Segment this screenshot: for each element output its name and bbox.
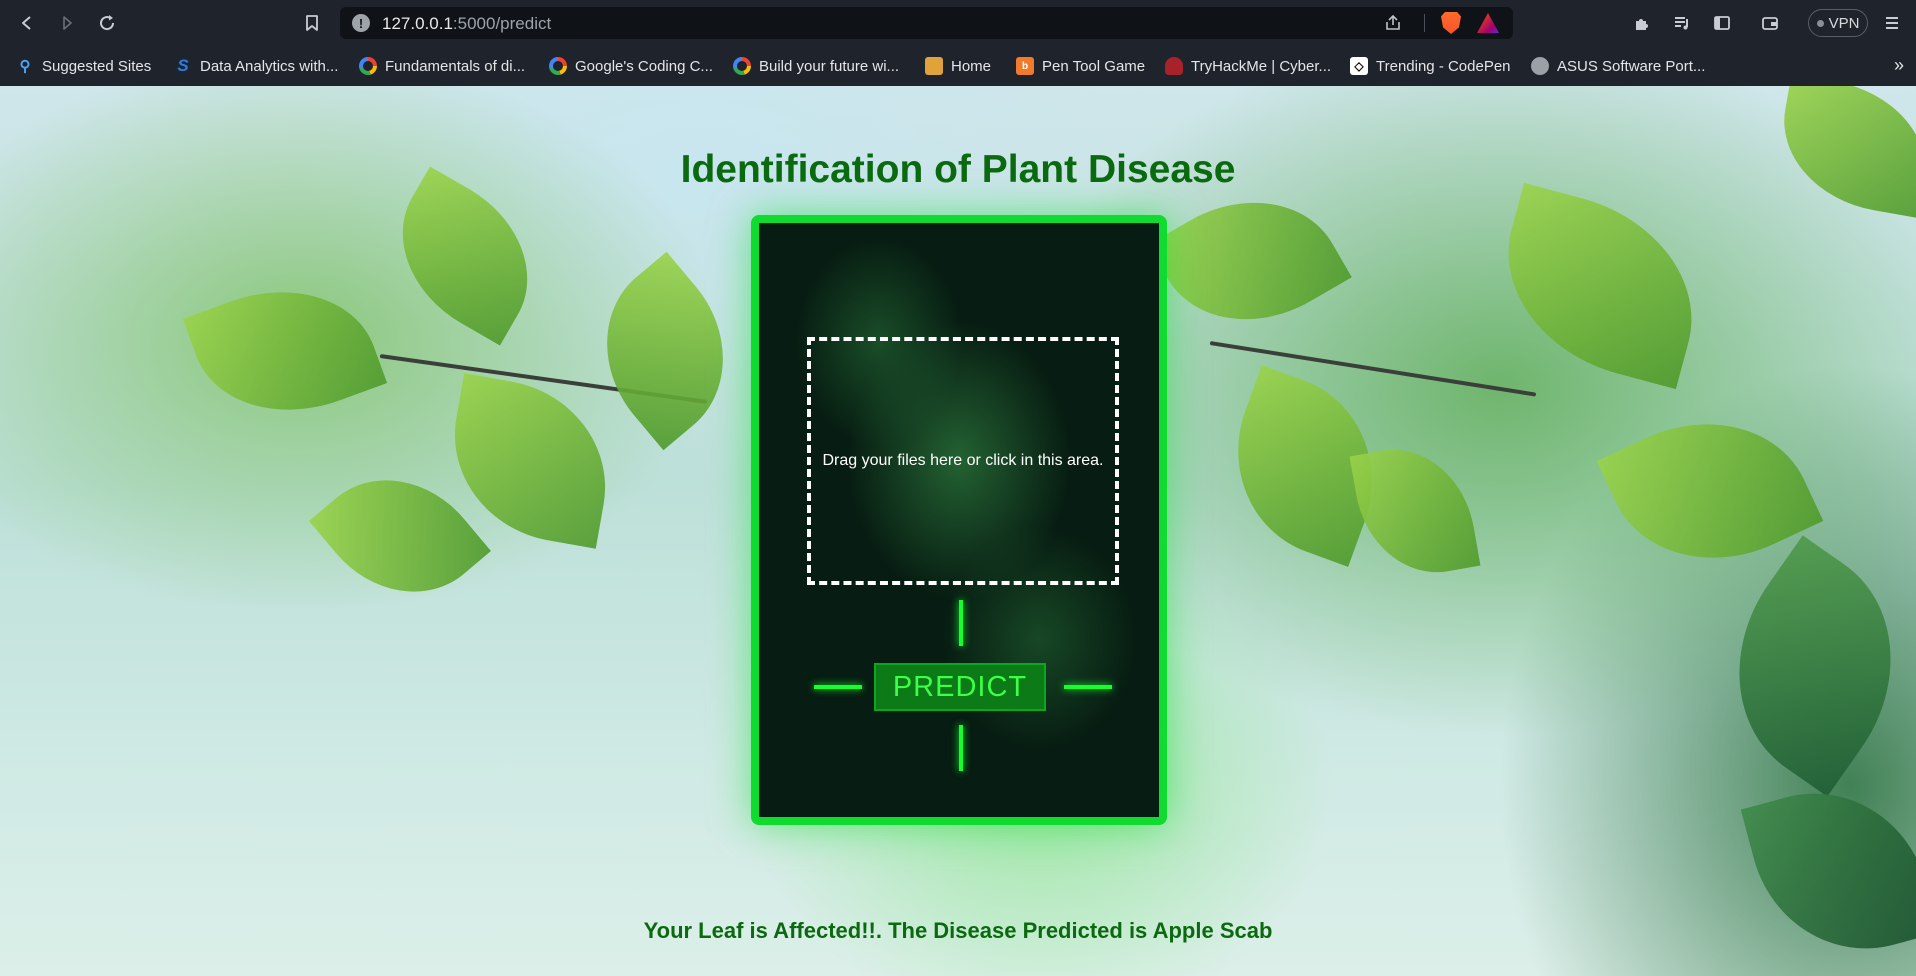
codepen-icon: ◇ xyxy=(1350,57,1368,75)
dropzone-text: Drag your files here or click in this ar… xyxy=(822,452,1104,469)
bezier-icon: b xyxy=(1016,57,1034,75)
bookmark-label: Data Analytics with... xyxy=(200,57,339,75)
brave-shields-icon[interactable] xyxy=(1441,12,1461,34)
bookmark-item-fundamentals[interactable]: Fundamentals of di... xyxy=(359,55,525,77)
background-leaf xyxy=(370,166,560,346)
bookmark-icon[interactable] xyxy=(300,11,324,35)
menu-icon[interactable] xyxy=(1880,11,1904,35)
google-icon xyxy=(359,57,377,75)
background-leaf xyxy=(182,260,388,442)
bookmark-label: Build your future wi... xyxy=(759,57,900,75)
bookmark-item-codepen[interactable]: ◇ Trending - CodePen xyxy=(1350,55,1511,77)
bookmark-item-tryhackme[interactable]: TryHackMe | Cyber... xyxy=(1165,55,1331,77)
globe-icon xyxy=(1531,57,1549,75)
bookmark-label: Pen Tool Game xyxy=(1042,57,1146,75)
predict-button[interactable]: PREDICT xyxy=(874,663,1046,711)
back-icon[interactable] xyxy=(15,11,39,35)
page-title: Identification of Plant Disease xyxy=(680,148,1236,191)
search-icon: ⚲ xyxy=(19,58,31,75)
extensions-icon[interactable] xyxy=(1630,11,1654,35)
url-separator xyxy=(1424,14,1425,32)
browser-toolbar: ! 127.0.0.1:5000/predict VPN xyxy=(0,0,1916,46)
forward-icon[interactable] xyxy=(55,11,79,35)
bookmark-item-build-future[interactable]: Build your future wi... xyxy=(733,55,899,77)
wallet-icon[interactable] xyxy=(1758,11,1782,35)
share-icon[interactable] xyxy=(1383,13,1403,33)
google-icon xyxy=(733,57,751,75)
playlist-icon[interactable] xyxy=(1670,11,1694,35)
bookmarks-overflow-icon[interactable]: » xyxy=(1894,55,1904,76)
bookmark-label: TryHackMe | Cyber... xyxy=(1191,57,1332,75)
background-leaf xyxy=(1688,535,1916,797)
url-text[interactable]: 127.0.0.1:5000/predict xyxy=(382,14,551,34)
url-host: 127.0.0.1 xyxy=(382,14,453,33)
bookmark-item-suggested-sites[interactable]: ⚲ Suggested Sites xyxy=(16,55,152,77)
upload-card: Drag your files here or click in this ar… xyxy=(751,215,1167,825)
prediction-result: Your Leaf is Affected!!. The Disease Pre… xyxy=(643,918,1273,943)
bookmark-label: Home xyxy=(951,57,992,75)
address-bar[interactable]: ! 127.0.0.1:5000/predict xyxy=(340,7,1513,39)
bookmark-item-asus[interactable]: ASUS Software Port... xyxy=(1531,55,1705,77)
url-path: :5000/predict xyxy=(452,14,552,33)
brave-rewards-icon[interactable] xyxy=(1477,13,1499,33)
vpn-label: VPN xyxy=(1828,14,1860,32)
box-icon xyxy=(925,57,943,75)
glow-line-left xyxy=(814,685,862,689)
info-icon[interactable]: ! xyxy=(352,14,370,32)
bookmark-item-home[interactable]: Home xyxy=(925,55,991,77)
bookmark-label: ASUS Software Port... xyxy=(1557,57,1706,75)
s-logo-icon: S xyxy=(177,56,189,75)
background-leaf xyxy=(1148,164,1352,358)
bookmark-label: Google's Coding C... xyxy=(575,57,713,75)
background-leaf xyxy=(566,251,764,451)
page-content: Identification of Plant Disease Drag you… xyxy=(0,86,1916,976)
tryhackme-icon xyxy=(1165,57,1183,75)
google-icon xyxy=(549,57,567,75)
bookmark-label: Fundamentals of di... xyxy=(385,57,526,75)
bookmark-item-data-analytics[interactable]: S Data Analytics with... xyxy=(174,55,338,77)
reload-icon[interactable] xyxy=(95,11,119,35)
file-dropzone[interactable]: Drag your files here or click in this ar… xyxy=(807,337,1119,585)
background-leaf xyxy=(1349,437,1481,585)
bookmark-item-google-coding[interactable]: Google's Coding C... xyxy=(549,55,713,77)
bookmark-item-pen-tool-game[interactable]: b Pen Tool Game xyxy=(1016,55,1145,77)
vpn-status-icon xyxy=(1816,19,1824,27)
bookmark-label: Trending - CodePen xyxy=(1376,57,1511,75)
bookmarks-bar: ⚲ Suggested Sites S Data Analytics with.… xyxy=(0,46,1916,86)
glow-line-right xyxy=(1064,685,1112,689)
vpn-button[interactable]: VPN xyxy=(1808,9,1868,37)
background-leaf xyxy=(1482,182,1718,390)
glow-line-bottom xyxy=(959,725,963,771)
sidebar-icon[interactable] xyxy=(1710,11,1734,35)
glow-line-top xyxy=(959,600,963,646)
bookmark-label: Suggested Sites xyxy=(42,57,152,75)
